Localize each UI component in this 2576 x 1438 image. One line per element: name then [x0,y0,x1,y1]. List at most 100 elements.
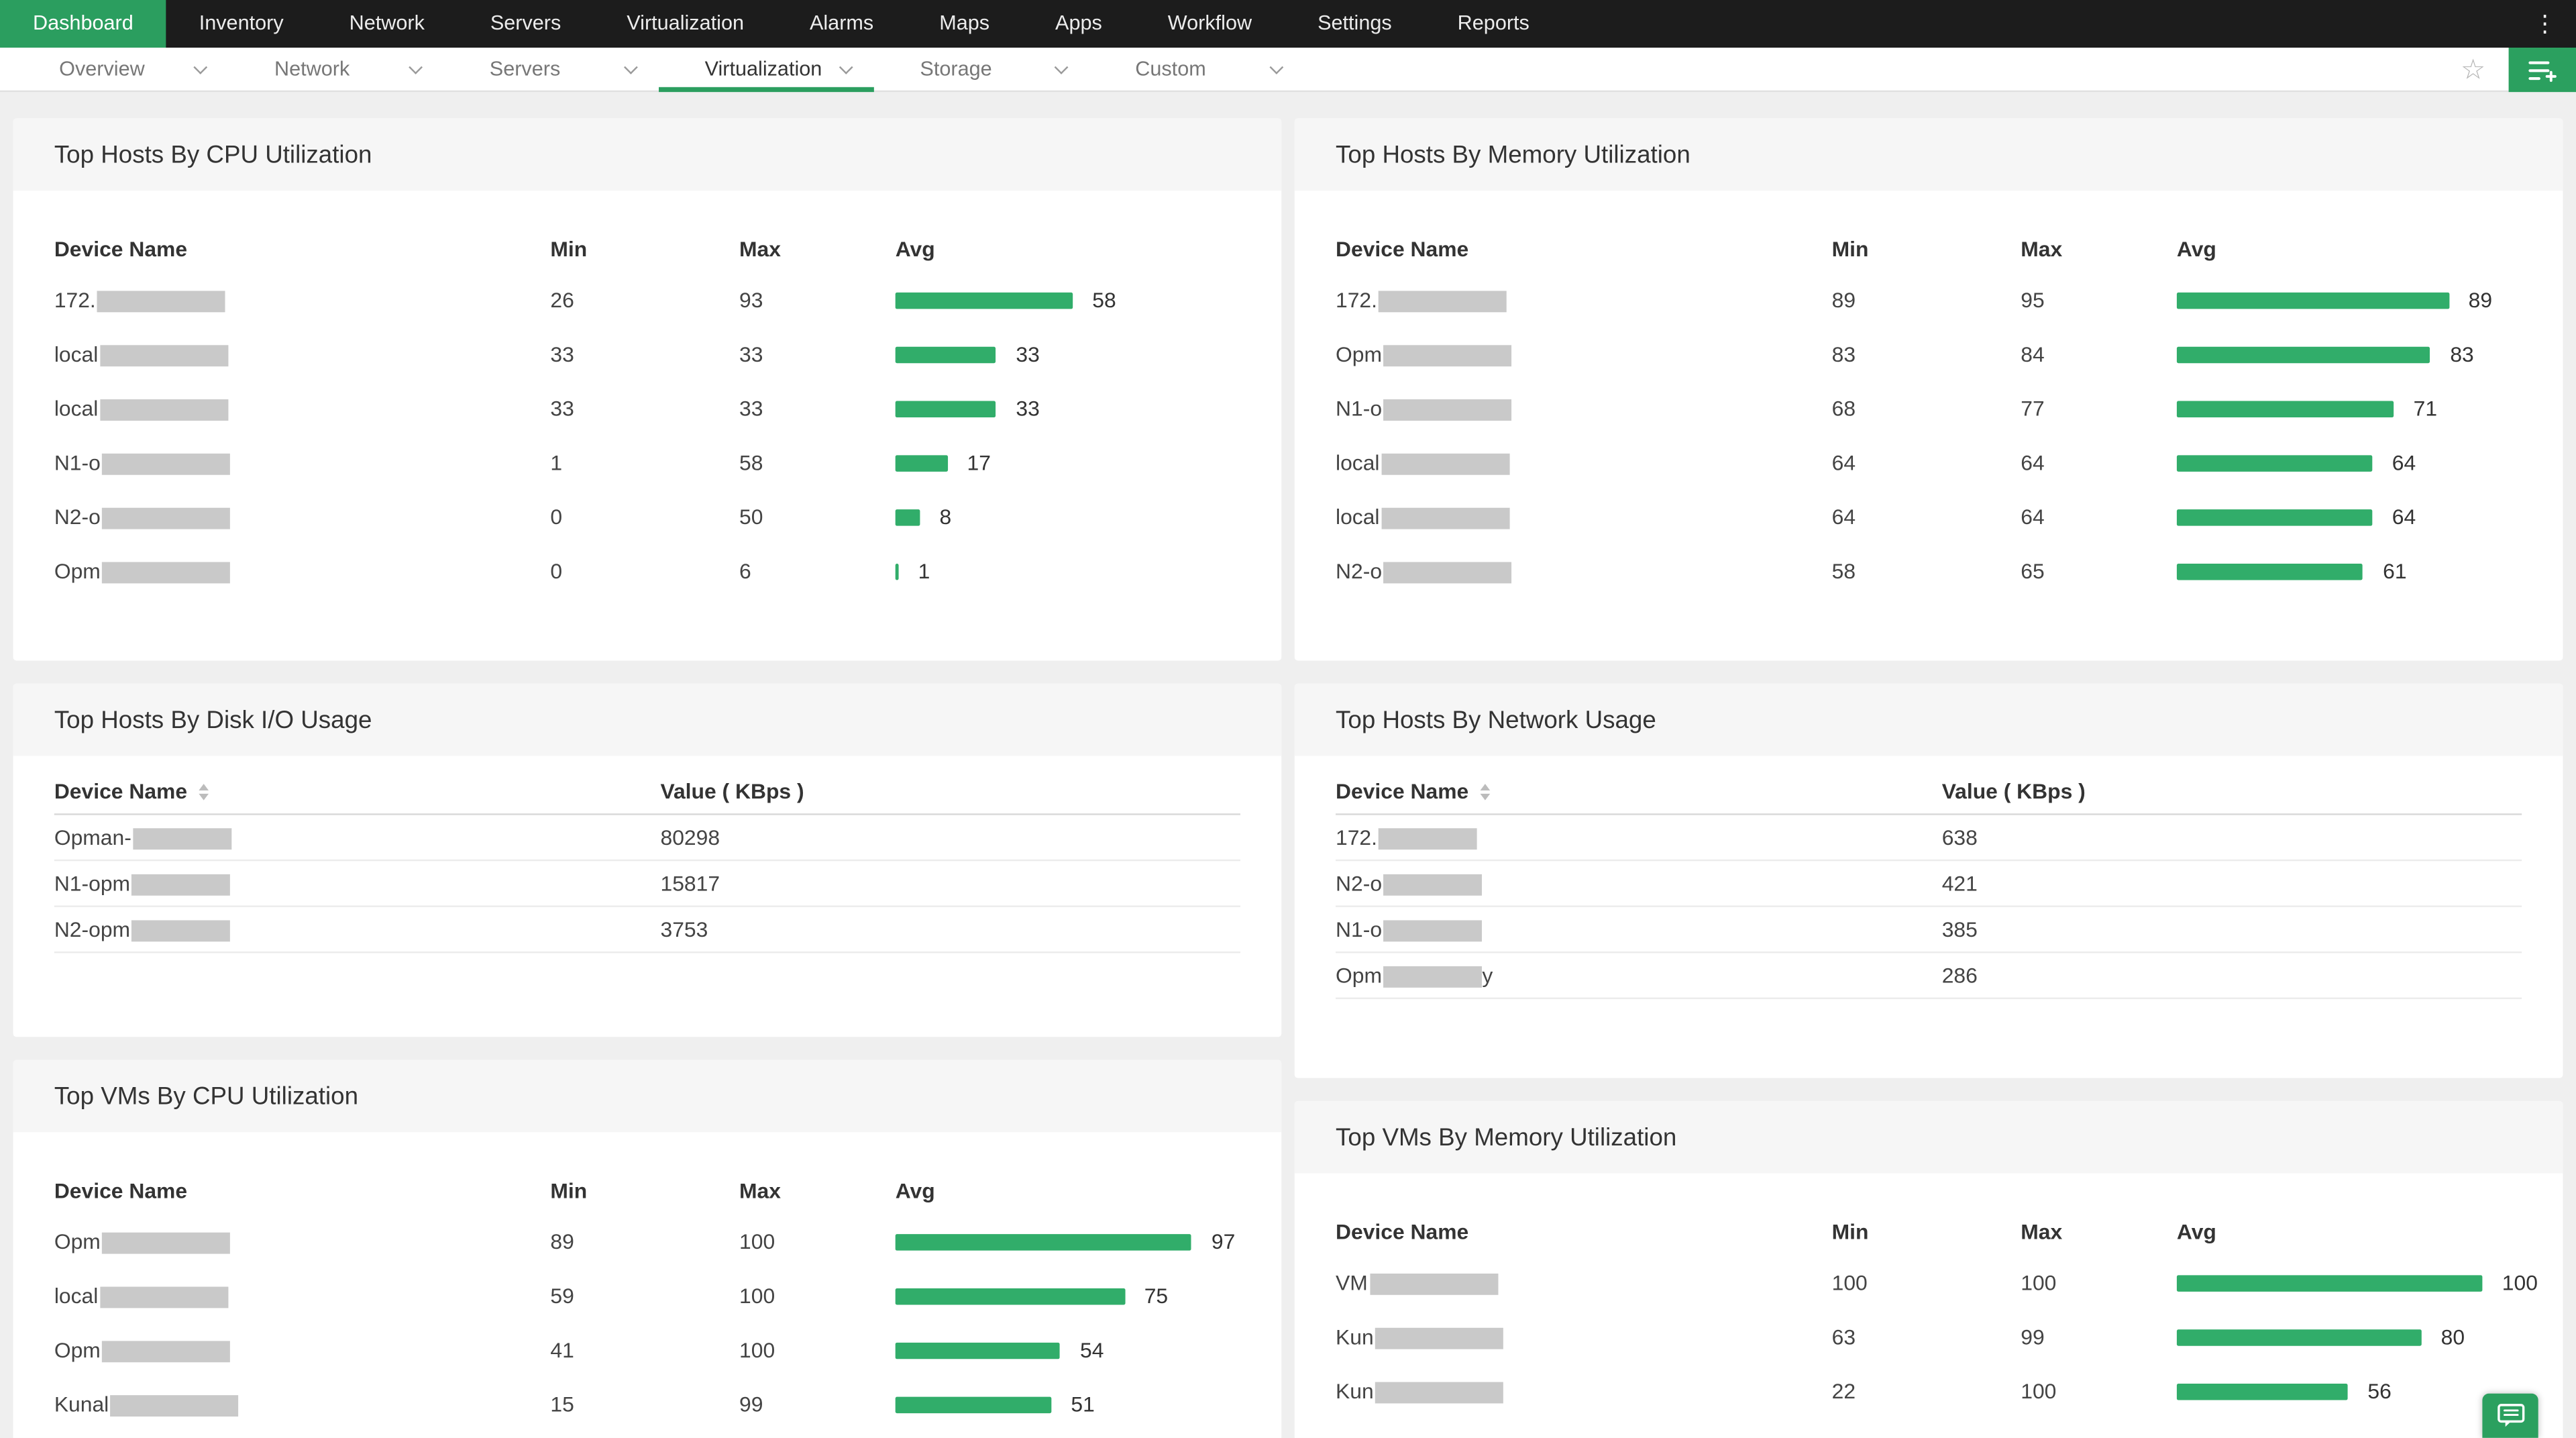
device-name[interactable]: Opm [1336,342,1832,367]
add-widget-icon [2528,60,2556,81]
device-name[interactable]: N1-o [1336,396,1832,421]
table-body: Opman- 80298 N1-opm 15817 N2-opm 3753 [13,815,1282,954]
device-name[interactable]: Kun [1336,1379,1832,1404]
subnav-item-servers[interactable]: Servers [443,48,659,91]
device-name[interactable]: local [54,1284,551,1308]
subnav-item-storage[interactable]: Storage [874,48,1089,91]
topnav-item-alarms[interactable]: Alarms [777,0,906,48]
device-name[interactable]: Opm y [1336,963,1942,988]
min-value: 0 [550,558,563,584]
device-name[interactable]: Opm [54,1337,551,1363]
topnav-item-network[interactable]: Network [317,0,458,48]
max-value: 100 [2021,1378,2057,1404]
widget-title: Top Hosts By CPU Utilization [54,140,372,169]
topnav-item-workflow[interactable]: Workflow [1135,0,1285,48]
min-value: 63 [1831,1324,1856,1349]
widget-header: Top Hosts By Network Usage [1294,683,2563,756]
device-name[interactable]: Opm [54,1229,551,1254]
column-header-device-name[interactable]: Device Name [1336,779,1942,804]
device-name[interactable]: local [1336,450,1832,475]
topnav-item-virtualization[interactable]: Virtualization [594,0,777,48]
table-header-row: Device Name Min Max Avg [1336,223,2522,272]
column-header-value[interactable]: Value ( KBps ) [660,779,1240,804]
kebab-menu-icon[interactable]: ⋮ [2524,0,2567,48]
feedback-chat-button[interactable] [2482,1393,2538,1438]
column-header-value[interactable]: Value ( KBps ) [1942,779,2522,804]
table-row: local 64 64 64 [1336,490,2522,544]
device-name-prefix: 172. [1336,825,1378,850]
table-row: Opman- 80298 [54,815,1240,862]
topnav-item-reports[interactable]: Reports [1425,0,1562,48]
device-name-prefix: N1-o [1336,396,1383,421]
column-header-max: Max [2021,1218,2063,1243]
device-name[interactable]: VM [1336,1270,1832,1295]
avg-value: 1 [918,558,930,584]
widget-top-vms-by-cpu-utilization: Top VMs By CPU Utilization Device Name M… [13,1060,1282,1438]
device-name[interactable]: N2-o [1336,559,1832,584]
column-header-max: Max [2021,236,2063,261]
device-name[interactable]: N1-o [1336,917,1942,942]
favorite-star-icon[interactable]: ☆ [2461,48,2485,92]
subnav-item-network[interactable]: Network [228,48,443,91]
device-name[interactable]: N1-opm [54,871,661,896]
subnav-item-label: Overview [59,57,145,81]
value-cell: 3753 [660,917,708,942]
device-name[interactable]: 172. [1336,825,1942,850]
topnav-item-settings[interactable]: Settings [1285,0,1425,48]
widget-top-hosts-by-cpu-utilization: Top Hosts By CPU Utilization Device Name… [13,118,1282,661]
device-name[interactable]: Opman- [54,825,661,850]
device-name[interactable]: 172. [54,287,551,313]
avg-cell: 51 [895,1392,1240,1417]
avg-value: 61 [2383,558,2407,584]
topnav-item-inventory[interactable]: Inventory [166,0,317,48]
subnav-item-virtualization[interactable]: Virtualization [659,48,874,93]
avg-bar [895,1341,1061,1359]
device-name[interactable]: N1-o [54,450,551,475]
subnav-item-custom[interactable]: Custom [1089,48,1305,91]
table-row: N1-o 385 [1336,907,2522,954]
device-name[interactable]: N2-opm [54,917,661,942]
topnav-item-apps[interactable]: Apps [1022,0,1135,48]
table-body: VM 100 100 100 Kun 63 99 80 Kun 22 100 56 [1336,1255,2538,1418]
table-row: 172. 89 95 89 [1336,273,2522,327]
device-name[interactable]: Kunal [54,1392,551,1417]
avg-bar [895,1396,1052,1413]
device-name[interactable]: Kun [1336,1325,1832,1349]
topnav-item-maps[interactable]: Maps [906,0,1022,48]
device-name[interactable]: Opm [54,559,551,584]
device-name[interactable]: local [54,342,551,367]
table-row: local 64 64 64 [1336,435,2522,490]
table-row: Kun 63 99 80 [1336,1310,2522,1364]
device-name-prefix: local [54,396,99,421]
device-name[interactable]: local [1336,505,1832,529]
redacted-device-name [1381,453,1510,475]
table-body: 172. 638 N2-o 421 N1-o 385 Opm y 286 [1295,815,2563,999]
min-value: 100 [1831,1270,1868,1295]
redacted-device-name [1369,1274,1498,1295]
avg-cell: 64 [2176,450,2522,475]
device-name[interactable]: N2-o [54,505,551,529]
table-row: Kunal 15 99 51 [54,1377,1240,1431]
min-value: 58 [1831,558,1856,584]
device-name-prefix: Kunal [54,1392,109,1417]
topnav-item-servers[interactable]: Servers [458,0,594,48]
widget-top-hosts-by-disk-io-usage: Top Hosts By Disk I/O Usage Device Name … [13,683,1282,1037]
device-name-prefix: N1-o [54,450,101,475]
subnav-item-overview[interactable]: Overview [13,48,229,91]
table-body: 172. 89 95 89 Opm 83 84 83 N1-o 68 77 71 local 64 64 64… [1336,273,2522,599]
topnav-item-dashboard[interactable]: Dashboard [0,0,166,48]
device-name[interactable]: N2-o [1336,871,1942,896]
device-name[interactable]: 172. [1336,287,1832,313]
chevron-down-icon [409,59,423,74]
avg-value: 8 [939,504,952,529]
avg-value: 83 [2450,342,2474,367]
avg-value: 33 [1016,342,1040,367]
chevron-down-icon [839,59,853,74]
redacted-device-name [1375,1382,1504,1404]
device-name-prefix: Opm [54,1337,101,1363]
column-header-device-name[interactable]: Device Name [54,779,661,804]
max-value: 100 [739,1229,775,1254]
avg-cell: 56 [2176,1379,2522,1403]
add-widget-button[interactable] [2508,48,2576,93]
device-name[interactable]: local [54,396,551,421]
